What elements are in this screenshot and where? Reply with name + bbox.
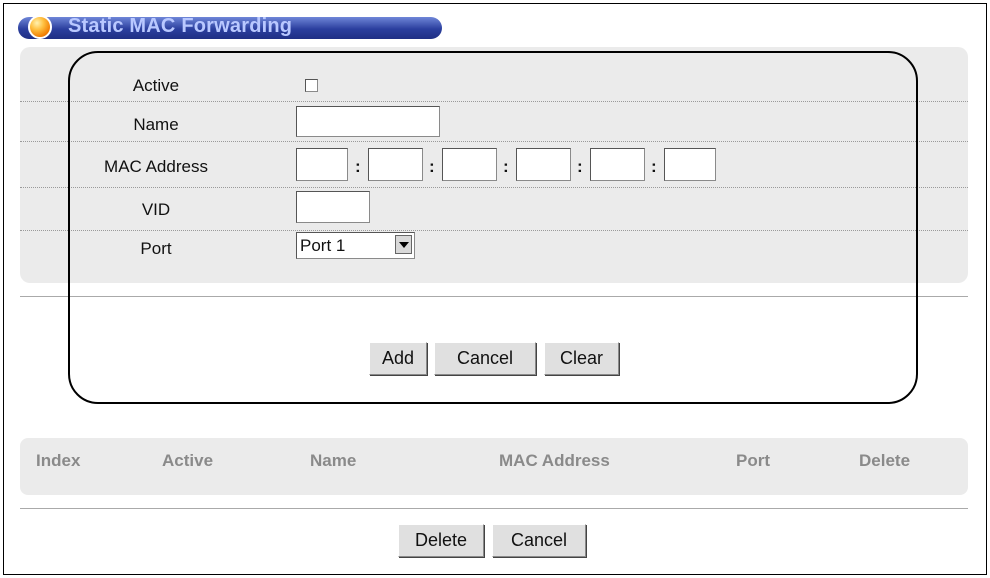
mac-separator: : bbox=[651, 157, 657, 176]
vid-label: VID bbox=[141, 200, 171, 219]
divider bbox=[20, 508, 968, 509]
active-label: Active bbox=[132, 76, 180, 95]
mac-octet-5-input[interactable] bbox=[590, 148, 645, 181]
column-header-port: Port bbox=[736, 451, 770, 470]
section-title-bar: Static MAC Forwarding bbox=[18, 13, 442, 43]
mac-octet-3-input[interactable] bbox=[442, 148, 497, 181]
mac-octet-4-input[interactable] bbox=[516, 148, 571, 181]
mac-separator: : bbox=[355, 157, 361, 176]
active-checkbox[interactable] bbox=[305, 79, 318, 92]
clear-button[interactable]: Clear bbox=[544, 342, 619, 375]
page-title: Static MAC Forwarding bbox=[68, 15, 293, 37]
add-button[interactable]: Add bbox=[369, 342, 427, 375]
delete-button[interactable]: Delete bbox=[398, 524, 484, 557]
mac-separator: : bbox=[429, 157, 435, 176]
column-header-name: Name bbox=[310, 451, 357, 470]
mac-separator: : bbox=[503, 157, 509, 176]
mac-address-label: MAC Address bbox=[104, 157, 208, 176]
mac-separator: : bbox=[577, 157, 583, 176]
mac-octet-2-input[interactable] bbox=[368, 148, 423, 181]
column-header-mac-address: MAC Address bbox=[499, 451, 610, 470]
port-label: Port bbox=[140, 239, 172, 258]
name-input[interactable] bbox=[296, 106, 440, 137]
column-header-active: Active bbox=[162, 451, 214, 470]
orb-icon bbox=[28, 15, 52, 39]
forwarding-table-header: Index Active Name MAC Address Port Delet… bbox=[20, 438, 968, 495]
port-select[interactable]: Port 1 bbox=[296, 232, 415, 259]
port-select-value: Port 1 bbox=[300, 235, 346, 255]
mac-octet-6-input[interactable] bbox=[664, 148, 716, 181]
dropdown-arrow-icon[interactable] bbox=[395, 235, 412, 254]
vid-input[interactable] bbox=[296, 191, 370, 223]
mac-octet-1-input[interactable] bbox=[296, 148, 348, 181]
bottom-cancel-button[interactable]: Cancel bbox=[492, 524, 586, 557]
column-header-delete: Delete bbox=[859, 451, 911, 470]
name-label: Name bbox=[133, 115, 179, 134]
divider bbox=[20, 296, 968, 297]
column-header-index: Index bbox=[36, 451, 81, 470]
cancel-button[interactable]: Cancel bbox=[434, 342, 536, 375]
